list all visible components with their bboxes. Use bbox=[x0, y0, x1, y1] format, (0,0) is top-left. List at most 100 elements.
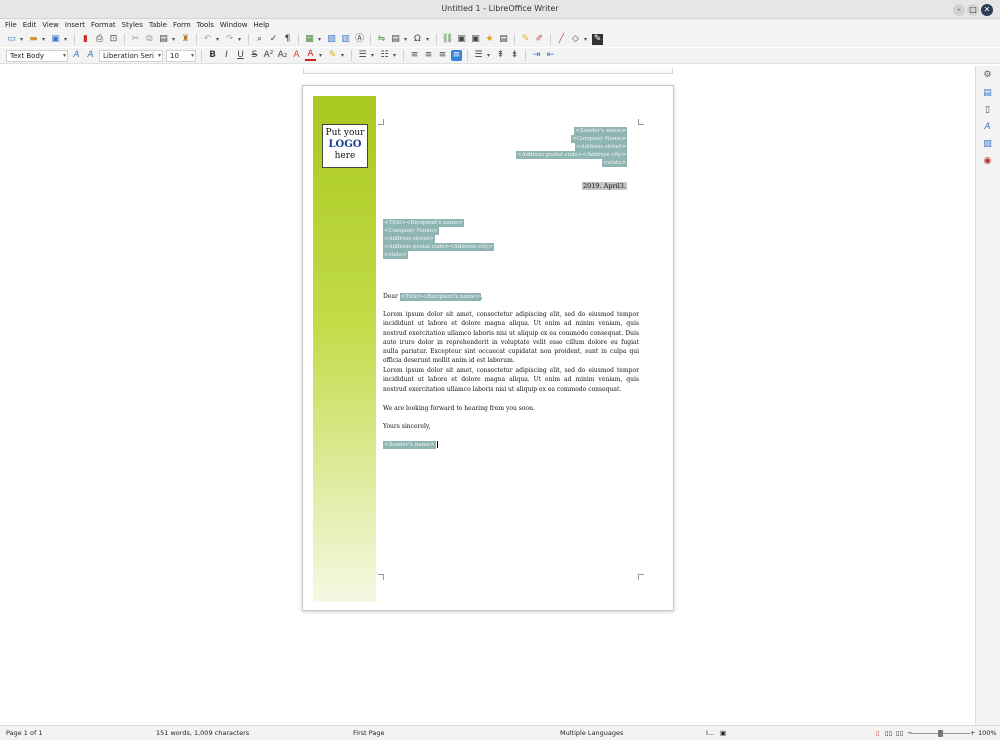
logo-placeholder[interactable]: Put your LOGO here bbox=[322, 124, 368, 168]
special-char-dropdown-icon[interactable]: ▾ bbox=[426, 36, 431, 43]
zoom-slider-handle[interactable] bbox=[938, 730, 943, 737]
cross-reference-icon[interactable]: ▤ bbox=[498, 34, 509, 45]
bold-icon[interactable]: B bbox=[207, 50, 218, 61]
multi-page-view-icon[interactable]: ▯▯ bbox=[885, 729, 892, 737]
bookmark-icon[interactable]: ★ bbox=[484, 34, 495, 45]
close-button[interactable]: ✕ bbox=[981, 4, 993, 16]
menu-tools[interactable]: Tools bbox=[197, 21, 214, 29]
align-left-icon[interactable]: ≡ bbox=[409, 50, 420, 61]
signature-line[interactable]: <Sender's name>​ bbox=[383, 440, 639, 449]
new-style-icon[interactable]: A bbox=[85, 50, 96, 61]
hyperlink-icon[interactable]: ⛓ bbox=[442, 34, 453, 45]
styles-icon[interactable]: A bbox=[982, 122, 993, 133]
paste-icon[interactable]: ▤ bbox=[158, 34, 169, 45]
maximize-button[interactable]: □ bbox=[967, 4, 979, 16]
navigator-icon[interactable]: ◉ bbox=[982, 156, 993, 167]
zoom-level-status[interactable]: 100% bbox=[978, 729, 997, 737]
salutation-line[interactable]: Dear <Title><Recipient's name>, bbox=[383, 292, 639, 301]
menu-form[interactable]: Form bbox=[173, 21, 191, 29]
sidebar-settings-icon[interactable]: ⚙ bbox=[982, 70, 993, 81]
update-style-icon[interactable]: A bbox=[71, 50, 82, 61]
justify-icon[interactable]: ≡ bbox=[451, 50, 462, 61]
gallery-icon[interactable]: ▨ bbox=[982, 139, 993, 150]
insert-textbox-icon[interactable]: Ⓐ bbox=[354, 34, 365, 45]
new-document-icon[interactable]: ▭ bbox=[6, 34, 17, 45]
signature-sender-field[interactable]: <Sender's name> bbox=[383, 441, 436, 449]
table-dropdown-icon[interactable]: ▾ bbox=[318, 36, 323, 43]
page-style-status[interactable]: First Page bbox=[353, 729, 384, 737]
sender-state-field[interactable]: <state> bbox=[602, 159, 627, 167]
menu-window[interactable]: Window bbox=[220, 21, 248, 29]
strikethrough-icon[interactable]: S bbox=[249, 50, 260, 61]
subscript-icon[interactable]: A₂ bbox=[277, 50, 288, 61]
increase-indent-icon[interactable]: ⇥ bbox=[531, 50, 542, 61]
save-icon[interactable]: ▣ bbox=[50, 34, 61, 45]
bullet-list-icon[interactable]: ☰ bbox=[357, 50, 368, 61]
redo-dropdown-icon[interactable]: ▾ bbox=[238, 36, 243, 43]
menu-table[interactable]: Table bbox=[149, 21, 167, 29]
menu-insert[interactable]: Insert bbox=[65, 21, 85, 29]
insert-line-icon[interactable]: ╱ bbox=[556, 34, 567, 45]
print-preview-icon[interactable]: ⊡ bbox=[108, 34, 119, 45]
decrease-paragraph-spacing-icon[interactable]: ⇟ bbox=[509, 50, 520, 61]
undo-icon[interactable]: ↶ bbox=[202, 34, 213, 45]
print-icon[interactable]: ⎙ bbox=[94, 34, 105, 45]
footnote-icon[interactable]: ▣ bbox=[456, 34, 467, 45]
document-page[interactable]: Put your LOGO here <Sender's name> <Comp… bbox=[302, 85, 674, 611]
font-color-icon[interactable]: A bbox=[305, 49, 316, 61]
page-break-icon[interactable]: ⇋ bbox=[376, 34, 387, 45]
menu-format[interactable]: Format bbox=[91, 21, 116, 29]
menu-view[interactable]: View bbox=[42, 21, 59, 29]
track-changes-icon[interactable]: ✐ bbox=[534, 34, 545, 45]
paste-dropdown-icon[interactable]: ▾ bbox=[172, 36, 177, 43]
insert-image-icon[interactable]: ▨ bbox=[326, 34, 337, 45]
bullets-dropdown-icon[interactable]: ▾ bbox=[371, 52, 376, 59]
highlight-color-icon[interactable]: ✎ bbox=[327, 50, 338, 61]
sign-off-line[interactable]: Yours sincerely, bbox=[383, 422, 639, 431]
clear-formatting-icon[interactable]: A bbox=[291, 50, 302, 61]
shapes-dropdown-icon[interactable]: ▾ bbox=[584, 36, 589, 43]
save-dropdown-icon[interactable]: ▾ bbox=[64, 36, 69, 43]
selection-mode-icon[interactable]: ▣ bbox=[720, 729, 726, 737]
special-character-icon[interactable]: Ω bbox=[412, 34, 423, 45]
numbering-dropdown-icon[interactable]: ▾ bbox=[393, 52, 398, 59]
line-spacing-icon[interactable]: ☰ bbox=[473, 50, 484, 61]
recipient-state-field[interactable]: <state> bbox=[383, 251, 408, 259]
language-status[interactable]: Multiple Languages bbox=[560, 729, 623, 737]
zoom-in-icon[interactable]: + bbox=[970, 729, 975, 737]
decrease-indent-icon[interactable]: ⇤ bbox=[545, 50, 556, 61]
draw-functions-icon[interactable]: ✎ bbox=[592, 33, 603, 45]
insert-field-icon[interactable]: ▤ bbox=[390, 34, 401, 45]
properties-icon[interactable]: ▤ bbox=[982, 88, 993, 99]
new-dropdown-icon[interactable]: ▾ bbox=[20, 36, 25, 43]
highlight-dropdown-icon[interactable]: ▾ bbox=[341, 52, 346, 59]
body-paragraph-2[interactable]: Lorem ipsum dolor sit amet, consectetur … bbox=[383, 366, 639, 394]
open-dropdown-icon[interactable]: ▾ bbox=[42, 36, 47, 43]
single-page-view-icon[interactable]: ▯ bbox=[876, 729, 880, 737]
page-icon[interactable]: ▯ bbox=[982, 105, 993, 116]
find-replace-icon[interactable]: ⌕ bbox=[254, 34, 265, 45]
paragraph-style-select[interactable]: Text Body ▾ bbox=[6, 49, 68, 62]
horizontal-ruler[interactable] bbox=[303, 68, 673, 74]
page-count-status[interactable]: Page 1 of 1 bbox=[6, 729, 42, 737]
date-field[interactable]: 2019. April3. bbox=[582, 182, 627, 190]
clone-formatting-icon[interactable]: ♜ bbox=[180, 34, 191, 45]
minimize-button[interactable]: – bbox=[953, 4, 965, 16]
comment-icon[interactable]: ✎ bbox=[520, 34, 531, 45]
font-size-select[interactable]: 10 ▾ bbox=[166, 49, 196, 62]
align-center-icon[interactable]: ≡ bbox=[423, 50, 434, 61]
open-folder-icon[interactable]: ▬ bbox=[28, 34, 39, 45]
menu-file[interactable]: File bbox=[5, 21, 17, 29]
insert-mode-icon[interactable]: I… bbox=[706, 729, 714, 737]
italic-icon[interactable]: I bbox=[221, 50, 232, 61]
word-count-status[interactable]: 151 words, 1,009 characters bbox=[156, 729, 249, 737]
formatting-marks-icon[interactable]: ¶ bbox=[282, 34, 293, 45]
insert-chart-icon[interactable]: ▥ bbox=[340, 34, 351, 45]
line-spacing-dropdown-icon[interactable]: ▾ bbox=[487, 52, 492, 59]
book-view-icon[interactable]: ▯▯ bbox=[896, 729, 903, 737]
closing-line[interactable]: We are looking forward to hearing from y… bbox=[383, 404, 639, 413]
menu-styles[interactable]: Styles bbox=[122, 21, 143, 29]
underline-icon[interactable]: U bbox=[235, 50, 246, 61]
menu-edit[interactable]: Edit bbox=[23, 21, 37, 29]
body-paragraph-1[interactable]: Lorem ipsum dolor sit amet, consectetur … bbox=[383, 310, 639, 366]
